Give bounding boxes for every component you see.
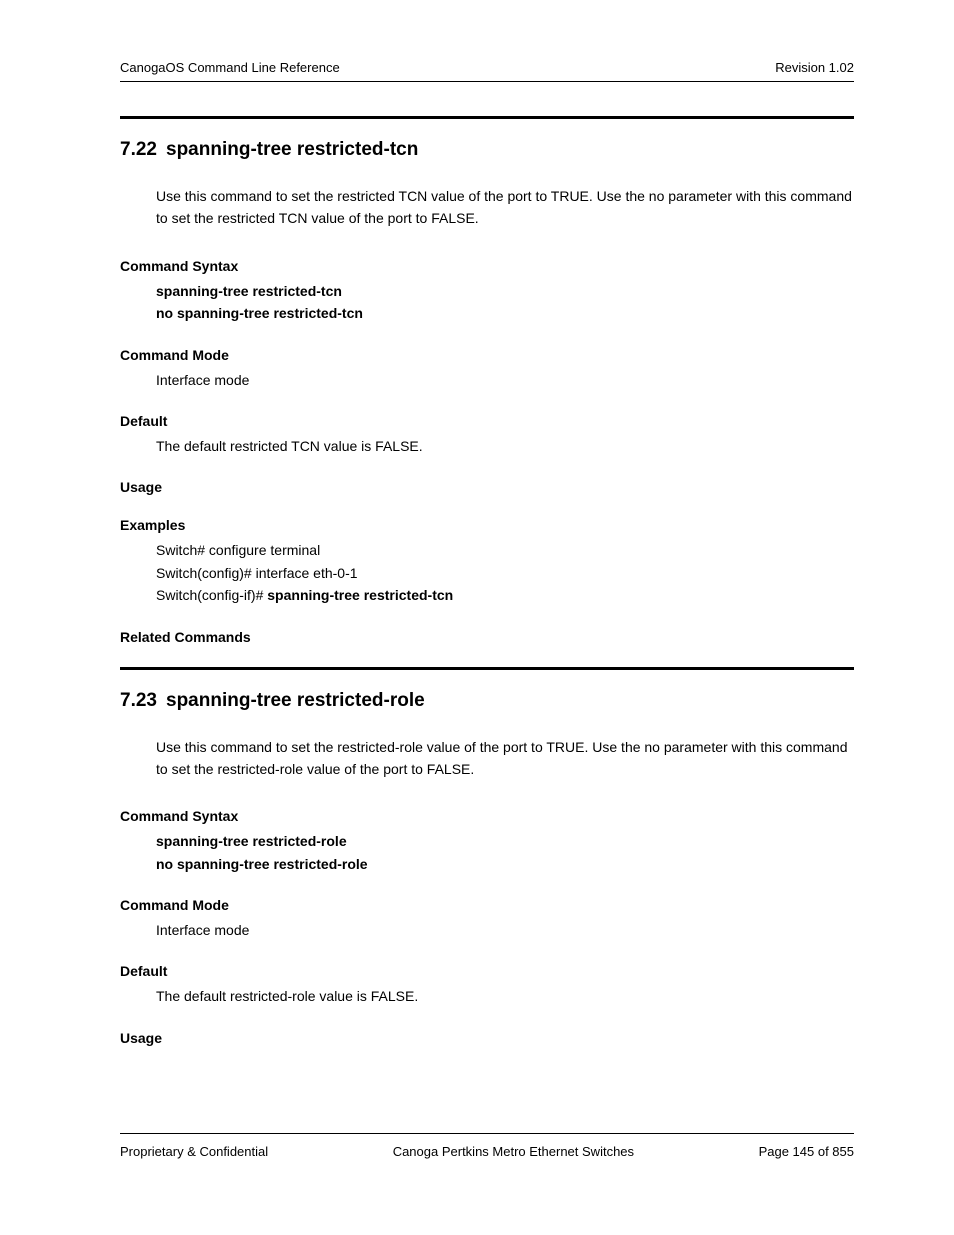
example-line: Switch(config-if)# spanning-tree restric… <box>156 584 854 606</box>
block-body: spanning-tree restricted-tcn no spanning… <box>156 280 854 325</box>
example-command: spanning-tree restricted-tcn <box>267 587 453 603</box>
command-mode-block: Command Mode Interface mode <box>120 897 854 941</box>
page-header: CanogaOS Command Line Reference Revision… <box>120 60 854 82</box>
section-divider <box>120 667 854 670</box>
block-body: The default restricted TCN value is FALS… <box>156 435 854 457</box>
page-footer: Proprietary & Confidential Canoga Pertki… <box>120 1133 854 1159</box>
section-title-722: 7.22spanning-tree restricted-tcn <box>120 139 854 161</box>
syntax-line: spanning-tree restricted-tcn <box>156 280 854 302</box>
example-prompt: Switch(config-if)# <box>156 587 267 603</box>
block-body: Switch# configure terminal Switch(config… <box>156 539 854 606</box>
default-block: Default The default restricted-role valu… <box>120 963 854 1007</box>
usage-block: Usage <box>120 479 854 495</box>
block-label: Command Syntax <box>120 808 854 824</box>
related-commands-block: Related Commands <box>120 629 854 645</box>
footer-rule <box>120 1133 854 1134</box>
footer-center: Canoga Pertkins Metro Ethernet Switches <box>393 1144 634 1159</box>
block-label: Related Commands <box>120 629 854 645</box>
block-label: Command Syntax <box>120 258 854 274</box>
section-name: spanning-tree restricted-tcn <box>166 139 418 160</box>
syntax-line: no spanning-tree restricted-tcn <box>156 302 854 324</box>
examples-block: Examples Switch# configure terminal Swit… <box>120 517 854 606</box>
section-title-723: 7.23spanning-tree restricted-role <box>120 690 854 712</box>
document-page: CanogaOS Command Line Reference Revision… <box>0 0 954 1235</box>
example-line: Switch(config)# interface eth-0-1 <box>156 562 854 584</box>
block-label: Usage <box>120 479 854 495</box>
header-left: CanogaOS Command Line Reference <box>120 60 340 75</box>
usage-block: Usage <box>120 1030 854 1046</box>
section-intro: Use this command to set the restricted T… <box>156 185 854 230</box>
command-mode-block: Command Mode Interface mode <box>120 347 854 391</box>
section-number: 7.22 <box>120 139 166 161</box>
footer-row: Proprietary & Confidential Canoga Pertki… <box>120 1144 854 1159</box>
section-intro: Use this command to set the restricted-r… <box>156 736 854 781</box>
section-divider <box>120 116 854 119</box>
command-syntax-block: Command Syntax spanning-tree restricted-… <box>120 258 854 325</box>
block-body: Interface mode <box>156 369 854 391</box>
block-body: Interface mode <box>156 919 854 941</box>
footer-left: Proprietary & Confidential <box>120 1144 268 1159</box>
command-syntax-block: Command Syntax spanning-tree restricted-… <box>120 808 854 875</box>
block-label: Default <box>120 413 854 429</box>
block-body: The default restricted-role value is FAL… <box>156 985 854 1007</box>
block-label: Default <box>120 963 854 979</box>
header-right: Revision 1.02 <box>775 60 854 75</box>
block-label: Command Mode <box>120 347 854 363</box>
block-body: spanning-tree restricted-role no spannin… <box>156 830 854 875</box>
block-label: Examples <box>120 517 854 533</box>
block-label: Command Mode <box>120 897 854 913</box>
section-number: 7.23 <box>120 690 166 712</box>
block-label: Usage <box>120 1030 854 1046</box>
example-line: Switch# configure terminal <box>156 539 854 561</box>
footer-right: Page 145 of 855 <box>759 1144 854 1159</box>
default-block: Default The default restricted TCN value… <box>120 413 854 457</box>
syntax-line: spanning-tree restricted-role <box>156 830 854 852</box>
section-name: spanning-tree restricted-role <box>166 690 425 711</box>
syntax-line: no spanning-tree restricted-role <box>156 853 854 875</box>
